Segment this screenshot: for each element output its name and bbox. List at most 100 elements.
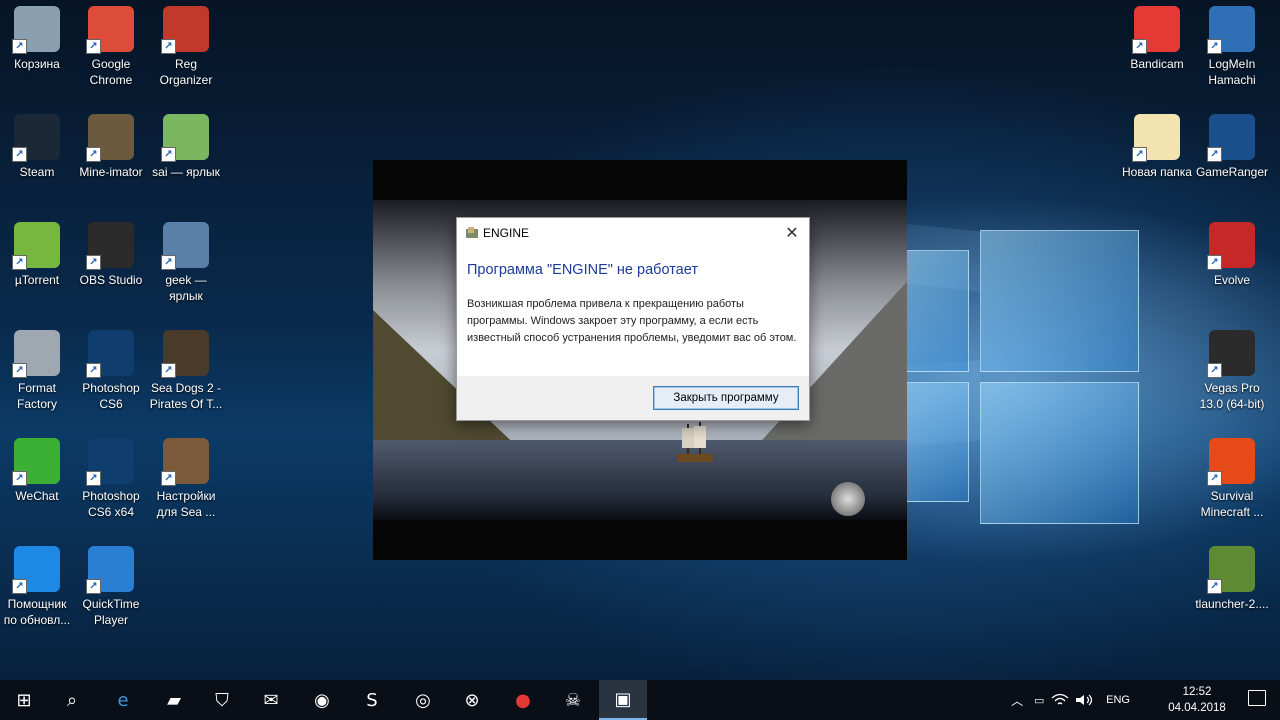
taskbar-item[interactable]: ◎: [399, 680, 447, 720]
desktop-icon-label: LogMeIn Hamachi: [1208, 57, 1256, 87]
taskbar-item[interactable]: ⊞: [0, 680, 48, 720]
mail-icon: ✉: [263, 689, 279, 711]
taskbar-item[interactable]: ⛉: [198, 680, 246, 720]
desktop-icon-label: Evolve: [1213, 273, 1251, 287]
store-icon: ⛉: [215, 689, 229, 711]
desktop-icon[interactable]: ↗ µTorrent: [0, 216, 74, 288]
recycle-bin-icon: ↗: [12, 6, 60, 54]
desktop-icon-label: Format Factory: [16, 381, 57, 411]
windows-logo-pane: [905, 250, 969, 372]
desktop-icon[interactable]: ↗ Помощник по обновл...: [0, 540, 74, 628]
desktop-icon[interactable]: ↗ Корзина: [0, 0, 74, 72]
steam-icon: ↗: [12, 114, 60, 162]
taskbar-item[interactable]: ✉: [247, 680, 295, 720]
desktop-icon[interactable]: ↗ WeChat: [0, 432, 74, 504]
taskbar-item[interactable]: ◉: [298, 680, 346, 720]
shortcut-arrow-icon: ↗: [1207, 579, 1222, 594]
photoshop-icon: ↗: [86, 330, 134, 378]
battery-icon[interactable]: ▭: [1028, 694, 1050, 707]
settings-tools-icon: ↗: [161, 438, 209, 486]
error-dialog: ENGINE ✕ Программа "ENGINE" не работает …: [456, 217, 810, 421]
ship-icon: [677, 422, 713, 462]
shortcut-arrow-icon: ↗: [12, 363, 27, 378]
desktop-icon[interactable]: ↗ Photoshop CS6: [74, 324, 148, 412]
desktop-icon[interactable]: ↗ Format Factory: [0, 324, 74, 412]
mine-imator-icon: ↗: [86, 114, 134, 162]
desktop-icon[interactable]: ↗ Steam: [0, 108, 74, 180]
language-indicator[interactable]: ENG: [1106, 694, 1130, 706]
windows-logo-pane: [905, 382, 969, 502]
shortcut-arrow-icon: ↗: [86, 363, 101, 378]
dialog-titlebar[interactable]: ENGINE ✕: [457, 218, 809, 248]
windows-logo-pane: [980, 230, 1139, 372]
desktop-icon[interactable]: ↗ Photoshop CS6 x64: [74, 432, 148, 520]
desktop-icon-label: WeChat: [15, 489, 59, 503]
taskbar-item[interactable]: e: [99, 680, 147, 720]
shortcut-arrow-icon: ↗: [161, 39, 176, 54]
game-water: [373, 440, 907, 520]
shortcut-arrow-icon: ↗: [161, 255, 176, 270]
desktop-icon[interactable]: ↗ Настройки для Sea ...: [149, 432, 223, 520]
desktop-icon[interactable]: ↗ Vegas Pro 13.0 (64-bit): [1195, 324, 1269, 412]
desktop-icon[interactable]: ↗ Evolve: [1195, 216, 1269, 288]
shortcut-arrow-icon: ↗: [1207, 147, 1222, 162]
desktop-icon[interactable]: ↗ QuickTime Player: [74, 540, 148, 628]
desktop-icon[interactable]: ↗ GameRanger: [1195, 108, 1269, 180]
desktop-icon[interactable]: ↗ Sea Dogs 2 - Pirates Of T...: [149, 324, 223, 412]
desktop-icon[interactable]: ↗ OBS Studio: [74, 216, 148, 288]
shortcut-arrow-icon: ↗: [12, 471, 27, 486]
clock[interactable]: 12:52 04.04.2018: [1162, 684, 1232, 716]
desktop-icon[interactable]: ↗ tlauncher-2....: [1195, 540, 1269, 612]
desktop-icon[interactable]: ↗ Bandicam: [1120, 0, 1194, 72]
close-program-button[interactable]: Закрыть программу: [653, 386, 799, 410]
desktop-icon[interactable]: ↗ Survival Minecraft ...: [1195, 432, 1269, 520]
desktop-icon[interactable]: ↗ geek — ярлык: [149, 216, 223, 304]
desktop-icon[interactable]: ↗ sai — ярлык: [149, 108, 223, 180]
volume-icon[interactable]: [1074, 693, 1096, 707]
shortcut-arrow-icon: ↗: [1207, 363, 1222, 378]
taskbar-item[interactable]: ●: [499, 680, 547, 720]
notifications-icon[interactable]: [1248, 690, 1266, 706]
desktop-icon[interactable]: ↗ Google Chrome: [74, 0, 148, 88]
desktop-icon[interactable]: ↗ Новая папка: [1120, 108, 1194, 180]
shortcut-arrow-icon: ↗: [12, 255, 27, 270]
taskbar-item[interactable]: ⊗: [448, 680, 496, 720]
shortcut-arrow-icon: ↗: [1207, 39, 1222, 54]
desktop-icon-label: µTorrent: [14, 273, 60, 287]
taskbar-item[interactable]: ▣: [599, 680, 647, 720]
desktop-icon-label: OBS Studio: [79, 273, 143, 287]
desktop-icon-label: Survival Minecraft ...: [1200, 489, 1264, 519]
minecraft-block-icon: ↗: [1207, 546, 1255, 594]
desktop-icon-label: tlauncher-2....: [1195, 597, 1269, 611]
desktop-icon[interactable]: ↗ LogMeIn Hamachi: [1195, 0, 1269, 88]
chevron-up-icon[interactable]: ︿: [1006, 692, 1028, 709]
dialog-footer: Закрыть программу: [457, 376, 809, 420]
shortcut-arrow-icon: ↗: [12, 579, 27, 594]
skype-icon: S: [366, 689, 378, 711]
clock-date: 04.04.2018: [1168, 702, 1226, 714]
taskbar-item[interactable]: ▰: [150, 680, 198, 720]
shortcut-arrow-icon: ↗: [12, 147, 27, 162]
wifi-icon[interactable]: [1050, 693, 1070, 707]
hamachi-icon: ↗: [1207, 6, 1255, 54]
taskbar-item[interactable]: ⌕: [48, 680, 96, 720]
skull-logo-icon: [831, 482, 865, 516]
chrome-icon: ◉: [314, 689, 330, 711]
close-icon[interactable]: ✕: [779, 221, 805, 245]
record-icon: ●: [515, 689, 531, 711]
reg-organizer-icon: ↗: [161, 6, 209, 54]
format-factory-icon: ↗: [12, 330, 60, 378]
desktop-icon-label: sai — ярлык: [152, 165, 220, 179]
engine-app-icon: [466, 227, 478, 238]
shortcut-arrow-icon: ↗: [1132, 147, 1147, 162]
vegas-icon: ↗: [1207, 330, 1255, 378]
desktop-icon-label: Корзина: [14, 57, 60, 71]
windows-logo-pane: [980, 382, 1139, 524]
desktop-icon[interactable]: ↗ Reg Organizer: [149, 0, 223, 88]
shortcut-arrow-icon: ↗: [1207, 471, 1222, 486]
desktop-icon[interactable]: ↗ Mine-imator: [74, 108, 148, 180]
taskbar-item[interactable]: S: [348, 680, 396, 720]
desktop-icon-label: Sea Dogs 2 - Pirates Of T...: [149, 381, 223, 411]
taskbar: ⊞ ⌕ e ▰ ⛉ ✉ ◉ S ◎ ⊗ ● ☠ ▣ ︿ ▭ ENG 12:52 04.04.2018: [0, 680, 1280, 720]
taskbar-item[interactable]: ☠: [549, 680, 597, 720]
